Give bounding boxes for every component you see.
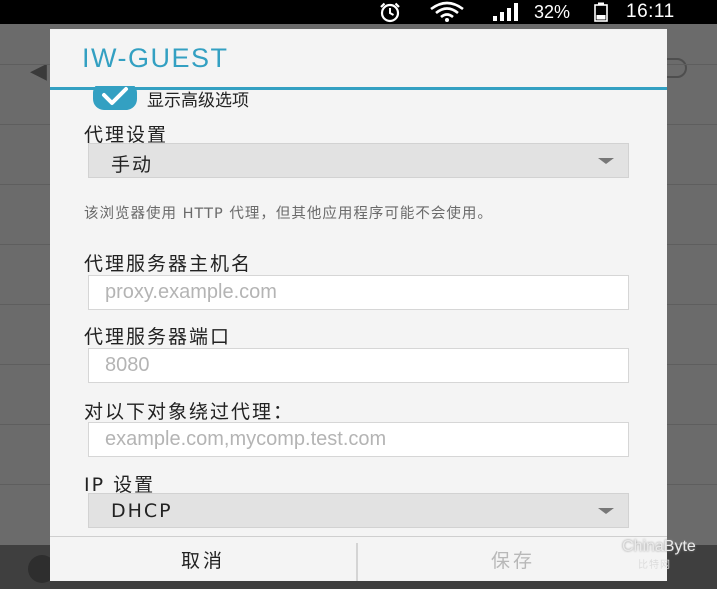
- battery-percent: 32%: [534, 1, 571, 22]
- bypass-proxy-input[interactable]: [89, 423, 628, 456]
- dialog-button-bar: 取消 保存: [50, 536, 667, 581]
- cancel-button[interactable]: 取消: [50, 537, 356, 581]
- clock: 16:11: [626, 1, 675, 22]
- dialog-title: IW-GUEST: [82, 43, 229, 73]
- dropdown-arrow-icon: [598, 508, 614, 514]
- show-advanced-checkbox[interactable]: [92, 82, 138, 112]
- proxy-settings-dropdown[interactable]: 手动: [88, 143, 629, 178]
- proxy-settings-value: 手动: [111, 154, 154, 176]
- checkmark-icon: [93, 82, 137, 110]
- bypass-proxy-field[interactable]: [88, 422, 629, 457]
- status-bar: 32% 16:11: [0, 0, 717, 24]
- save-button[interactable]: 保存: [359, 537, 667, 581]
- proxy-hint-text: 该浏览器使用 HTTP 代理，但其他应用程序可能不会使用。: [84, 206, 493, 222]
- proxy-port-field[interactable]: [88, 348, 629, 383]
- bypass-proxy-label: 对以下对象绕过代理：: [84, 401, 295, 423]
- watermark-subtitle: 比特网: [638, 560, 671, 571]
- back-arrow-icon: ◀: [30, 59, 47, 84]
- title-divider: [50, 87, 667, 90]
- ip-settings-value: DHCP: [111, 500, 173, 522]
- watermark: ChinaByte 比特网: [622, 538, 714, 572]
- dropdown-arrow-icon: [598, 158, 614, 164]
- proxy-host-field[interactable]: [88, 275, 629, 310]
- proxy-port-label: 代理服务器端口: [84, 326, 232, 348]
- wifi-icon: [428, 0, 468, 24]
- wifi-network-dialog: IW-GUEST 显示高级选项 代理设置 手动 该浏览器使用 HTTP 代理，但…: [50, 29, 667, 581]
- proxy-port-input[interactable]: [89, 349, 628, 382]
- proxy-host-label: 代理服务器主机名: [84, 253, 253, 275]
- proxy-host-input[interactable]: [89, 276, 628, 309]
- button-divider: [356, 543, 358, 581]
- signal-icon: [492, 0, 522, 24]
- ip-settings-dropdown[interactable]: DHCP: [88, 493, 629, 528]
- show-advanced-label[interactable]: 显示高级选项: [147, 86, 249, 111]
- watermark-logo: ChinaByte: [622, 538, 696, 555]
- alarm-icon: [375, 0, 407, 24]
- battery-icon: [594, 0, 614, 24]
